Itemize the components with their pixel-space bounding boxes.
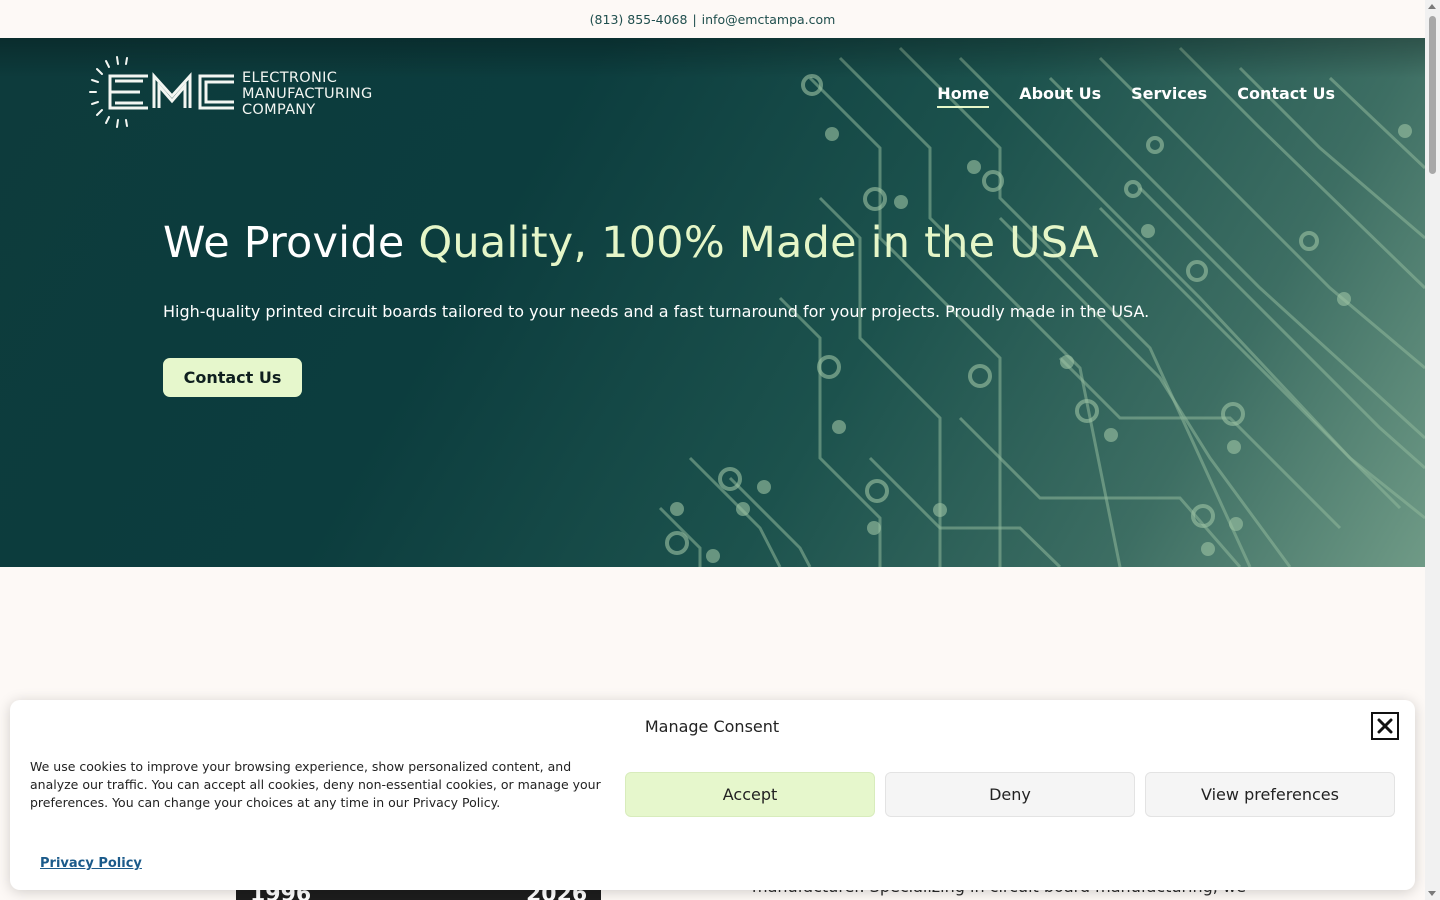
hero-subtitle: High-quality printed circuit boards tail… [163, 302, 1150, 321]
contact-separator: | [692, 11, 697, 27]
page-scrollbar[interactable] [1425, 0, 1440, 900]
consent-close-button[interactable] [1371, 712, 1399, 740]
scroll-down-icon[interactable] [1428, 891, 1436, 896]
hero-contact-button[interactable]: Contact Us [163, 358, 302, 397]
consent-title: Manage Consent [644, 717, 780, 736]
nav-services[interactable]: Services [1131, 84, 1207, 108]
consent-deny-button[interactable]: Deny [885, 772, 1135, 817]
hero-section: ELECTRONIC MANUFACTURING COMPANY Home Ab… [0, 38, 1425, 567]
phone-link[interactable]: (813) 855-4068 [590, 12, 688, 27]
logo-line-1: ELECTRONIC [242, 70, 338, 86]
logo-line-2: MANUFACTURING [242, 86, 373, 102]
nav-about-us[interactable]: About Us [1019, 84, 1101, 108]
scrollbar-thumb[interactable] [1429, 16, 1436, 174]
consent-accept-button[interactable]: Accept [625, 772, 875, 817]
hero-title: We Provide Quality, 100% Made in the USA [163, 218, 1099, 268]
hero-title-prefix: We Provide [163, 218, 419, 268]
consent-message: We use cookies to improve your browsing … [30, 759, 601, 810]
cookie-consent-banner: Manage Consent We use cookies to improve… [10, 700, 1415, 890]
nav-contact-us[interactable]: Contact Us [1237, 84, 1335, 108]
close-icon [1377, 718, 1393, 734]
logo-wordmark: ELECTRONIC MANUFACTURING COMPANY [242, 70, 373, 118]
logo-line-3: COMPANY [242, 102, 316, 118]
privacy-policy-link[interactable]: Privacy Policy [40, 856, 142, 871]
email-link[interactable]: info@emctampa.com [702, 12, 836, 27]
main-nav: Home About Us Services Contact Us [937, 84, 1335, 108]
consent-view-preferences-button[interactable]: View preferences [1145, 772, 1395, 817]
nav-home[interactable]: Home [937, 84, 990, 108]
top-contact-bar: (813) 855-4068 | info@emctampa.com [0, 0, 1425, 38]
scroll-up-icon[interactable] [1428, 4, 1436, 9]
hero-title-highlight: Quality, 100% Made in the USA [418, 218, 1099, 268]
